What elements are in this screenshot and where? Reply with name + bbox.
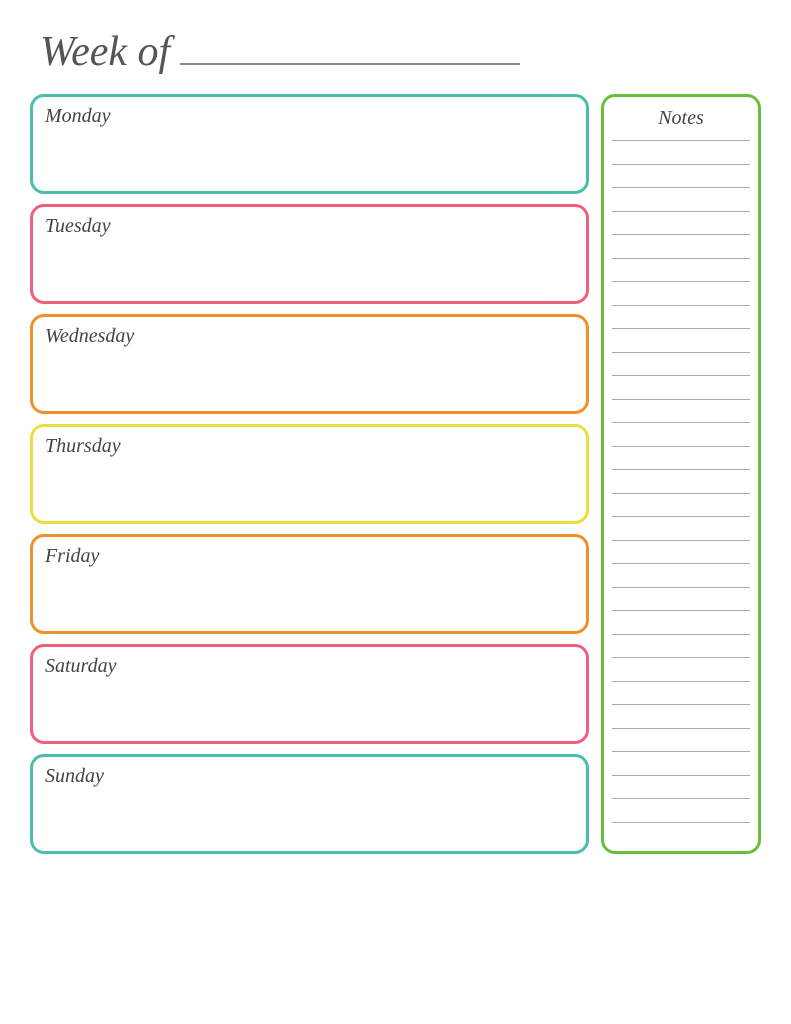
notes-title: Notes (612, 107, 750, 130)
day-box-sunday[interactable]: Sunday (30, 754, 589, 854)
notes-line (612, 751, 750, 752)
notes-line (612, 305, 750, 306)
notes-line (612, 704, 750, 705)
notes-line (612, 328, 750, 329)
week-of-input-line[interactable] (180, 63, 520, 65)
notes-line (612, 587, 750, 588)
notes-line (612, 211, 750, 212)
notes-line (612, 775, 750, 776)
day-box-tuesday[interactable]: Tuesday (30, 204, 589, 304)
header: Week of (30, 28, 761, 76)
day-box-friday[interactable]: Friday (30, 534, 589, 634)
notes-line (612, 234, 750, 235)
notes-line (612, 540, 750, 541)
notes-line (612, 164, 750, 165)
days-column: Monday Tuesday Wednesday Thursday Friday Satu… (30, 94, 589, 854)
day-label-friday: Friday (45, 545, 574, 568)
notes-line (612, 140, 750, 141)
weekly-planner-page: Week of Monday Tuesday Wednesday Thursday Fr… (0, 0, 791, 1024)
notes-line (612, 258, 750, 259)
notes-line (612, 469, 750, 470)
notes-line (612, 822, 750, 823)
day-label-tuesday: Tuesday (45, 215, 574, 238)
notes-line (612, 798, 750, 799)
day-label-wednesday: Wednesday (45, 325, 574, 348)
notes-line (612, 187, 750, 188)
notes-line (612, 681, 750, 682)
day-label-monday: Monday (45, 105, 574, 128)
notes-line (612, 610, 750, 611)
notes-line (612, 516, 750, 517)
day-label-sunday: Sunday (45, 765, 574, 788)
notes-line (612, 493, 750, 494)
main-content: Monday Tuesday Wednesday Thursday Friday Satu… (30, 94, 761, 854)
day-box-monday[interactable]: Monday (30, 94, 589, 194)
day-label-saturday: Saturday (45, 655, 574, 678)
notes-line (612, 399, 750, 400)
notes-line (612, 281, 750, 282)
day-box-saturday[interactable]: Saturday (30, 644, 589, 744)
notes-line (612, 446, 750, 447)
day-box-thursday[interactable]: Thursday (30, 424, 589, 524)
notes-lines (612, 140, 750, 841)
notes-line (612, 657, 750, 658)
notes-line (612, 563, 750, 564)
day-box-wednesday[interactable]: Wednesday (30, 314, 589, 414)
notes-line (612, 422, 750, 423)
day-label-thursday: Thursday (45, 435, 574, 458)
notes-line (612, 352, 750, 353)
week-of-label: Week of (40, 28, 170, 76)
notes-line (612, 375, 750, 376)
notes-line (612, 634, 750, 635)
notes-column: Notes (601, 94, 761, 854)
notes-line (612, 728, 750, 729)
